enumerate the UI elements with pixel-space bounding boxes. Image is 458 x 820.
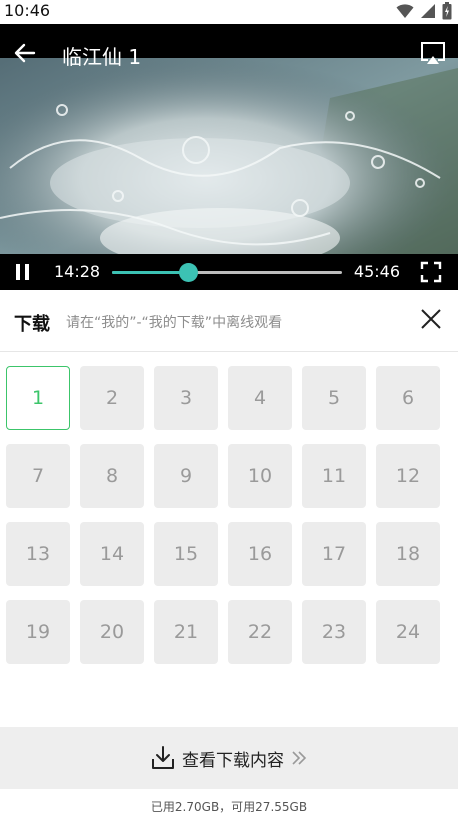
pause-icon[interactable]: [12, 261, 34, 283]
episode-6[interactable]: 6: [376, 366, 440, 430]
signal-icon: [421, 4, 435, 18]
episode-19[interactable]: 19: [6, 600, 70, 664]
double-chevron-right-icon: [292, 751, 307, 765]
download-icon: [152, 746, 174, 769]
episode-24[interactable]: 24: [376, 600, 440, 664]
episode-23[interactable]: 23: [302, 600, 366, 664]
status-time: 10:46: [4, 1, 51, 20]
fullscreen-icon[interactable]: [420, 261, 442, 283]
progress-thumb[interactable]: [179, 263, 199, 282]
video-title: 临江仙 1: [62, 45, 142, 69]
progress-fill: [112, 271, 189, 274]
episode-16[interactable]: 16: [228, 522, 292, 586]
episode-21[interactable]: 21: [154, 600, 218, 664]
episode-22[interactable]: 22: [228, 600, 292, 664]
episode-2[interactable]: 2: [80, 366, 144, 430]
progress-slider[interactable]: [112, 263, 342, 282]
episode-5[interactable]: 5: [302, 366, 366, 430]
storage-info: 已用2.70GB，可用27.55GB: [150, 800, 308, 814]
episode-10[interactable]: 10: [228, 444, 292, 508]
total-time: 45:46: [353, 262, 400, 281]
player-top-bar: 临江仙 1: [0, 24, 458, 82]
episode-13[interactable]: 13: [6, 522, 70, 586]
episode-20[interactable]: 20: [80, 600, 144, 664]
episode-11[interactable]: 11: [302, 444, 366, 508]
episode-8[interactable]: 8: [80, 444, 144, 508]
wifi-icon: [396, 4, 414, 18]
download-header: 下载 请在“我的”-“我的下载”中离线观看: [0, 290, 458, 352]
episode-7[interactable]: 7: [6, 444, 70, 508]
episode-17[interactable]: 17: [302, 522, 366, 586]
cast-icon[interactable]: [418, 38, 448, 68]
status-icons: [396, 2, 452, 20]
episode-18[interactable]: 18: [376, 522, 440, 586]
status-bar: 10:46: [0, 0, 458, 24]
video-frame: [0, 58, 458, 278]
video-player[interactable]: 临江仙 1 14:28 45:46: [0, 24, 458, 290]
episode-14[interactable]: 14: [80, 522, 144, 586]
episode-3[interactable]: 3: [154, 366, 218, 430]
view-downloads-label: 查看下载内容: [182, 750, 284, 771]
download-title: 下载: [14, 314, 50, 335]
battery-icon: [442, 2, 452, 20]
back-arrow-icon[interactable]: [10, 38, 40, 68]
player-controls: 14:28 45:46: [0, 254, 458, 290]
current-time: 14:28: [54, 262, 101, 281]
episode-15[interactable]: 15: [154, 522, 218, 586]
episode-4[interactable]: 4: [228, 366, 292, 430]
episode-9[interactable]: 9: [154, 444, 218, 508]
close-icon[interactable]: [418, 306, 444, 332]
download-hint: 请在“我的”-“我的下载”中离线观看: [66, 315, 283, 331]
episode-1[interactable]: 1: [6, 366, 70, 430]
view-downloads-button[interactable]: 查看下载内容: [0, 727, 458, 789]
episode-grid: 1 2 3 4 5 6 7 8 9 10 11 12 13 14 15 16 17 18 19 20 21 22 23 24: [6, 366, 452, 664]
episode-12[interactable]: 12: [376, 444, 440, 508]
